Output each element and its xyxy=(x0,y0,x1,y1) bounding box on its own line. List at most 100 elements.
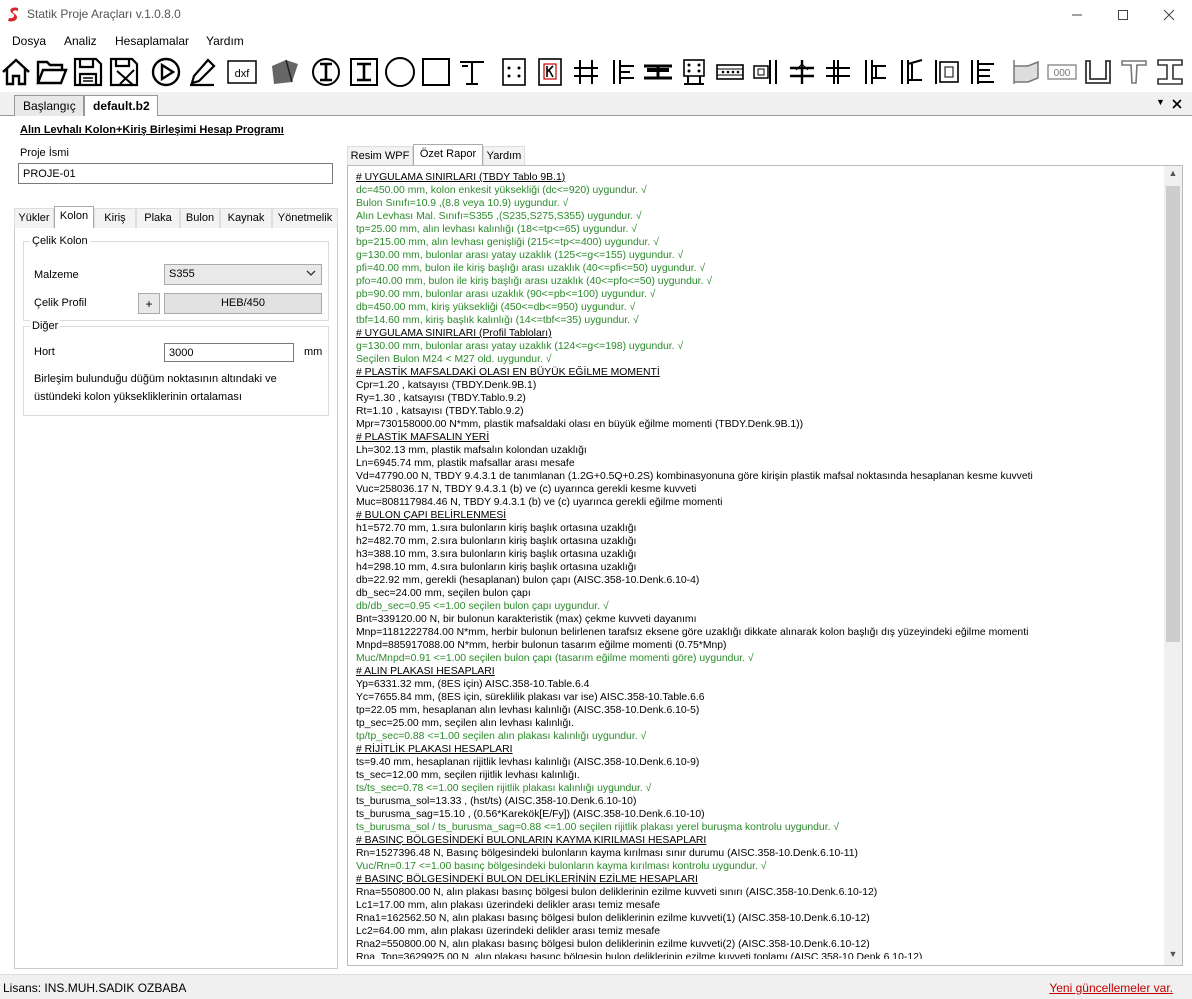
add-profile-button[interactable]: + xyxy=(138,293,160,314)
i-section-square-icon[interactable] xyxy=(348,56,380,88)
edit-icon[interactable] xyxy=(186,56,218,88)
tab-yonetmelik[interactable]: Yönetmelik xyxy=(272,208,338,228)
title-bar: Statik Proje Araçları v.1.0.8.0 xyxy=(0,0,1192,29)
scroll-thumb[interactable] xyxy=(1166,186,1180,642)
web-splice-icon[interactable] xyxy=(750,56,782,88)
report-line: tp=22.05 mm, hesaplanan alın levhası kal… xyxy=(356,705,700,716)
report-line: Yc=7655.84 mm, (8ES için, süreklilik pla… xyxy=(356,692,705,703)
menu-yardim[interactable]: Yardım xyxy=(206,34,244,48)
channel-icon[interactable] xyxy=(1082,56,1114,88)
save-icon[interactable] xyxy=(72,56,104,88)
tab-baslangic[interactable]: Başlangıç xyxy=(14,95,84,116)
menu-analiz[interactable]: Analiz xyxy=(64,34,97,48)
stiffener-icon[interactable] xyxy=(930,56,962,88)
menu-hesaplamalar[interactable]: Hesaplamalar xyxy=(115,34,189,48)
report-line: Rt=1.10 , katsayısı (TBDY.Tablo.9.2) xyxy=(356,406,524,417)
close-tab-icon[interactable] xyxy=(1172,99,1182,109)
plate-bolts-icon[interactable] xyxy=(498,56,530,88)
report-line: Bulon Sınıfı=10.9 ,(8.8 veya 10.9) uygun… xyxy=(356,198,569,209)
report-line: dc=450.00 mm, kolon enkesit yüksekliği (… xyxy=(356,185,647,196)
tee-icon[interactable] xyxy=(1118,56,1150,88)
report-line: pb=90.00 mm, bulonlar arası uzaklık (90<… xyxy=(356,289,656,300)
report-line: Alın Levhası Mal. Sınıfı=S355 ,(S235,S27… xyxy=(356,211,642,222)
shear-tab-icon[interactable] xyxy=(858,56,890,88)
flange-plate-icon[interactable] xyxy=(714,56,746,88)
summary-report-panel: # UYGULAMA SINIRLARI (TBDY Tablo 9B.1) dc… xyxy=(347,165,1183,966)
tab-yukler[interactable]: Yükler xyxy=(14,208,54,228)
scroll-up-icon[interactable]: ▲ xyxy=(1164,168,1182,182)
bolt-group-icon[interactable]: 000 xyxy=(1046,56,1078,88)
material-select-value: S355 xyxy=(169,268,195,280)
material-select[interactable]: S355 xyxy=(164,264,322,285)
report-line: Vuc=258036.17 N, TBDY 9.4.3.1 (b) ve (c)… xyxy=(356,484,697,495)
bracket-icon[interactable] xyxy=(1010,56,1042,88)
report-line: ts_burusma_sag=15.10 , (0.56*Karekök[E/F… xyxy=(356,809,705,820)
base-plate-icon[interactable] xyxy=(678,56,710,88)
end-plate-icon[interactable] xyxy=(606,56,638,88)
open-folder-icon[interactable] xyxy=(36,56,68,88)
steel-profile-button[interactable]: HEB/450 xyxy=(164,293,322,314)
tab-kolon[interactable]: Kolon xyxy=(54,206,94,229)
hort-note-line1: Birleşim bulunduğu düğüm noktasının altı… xyxy=(34,373,277,385)
report-line: ts_burusma_sol=13.33 , (hst/ts) (AISC.35… xyxy=(356,796,637,807)
minimize-icon[interactable] xyxy=(1054,0,1100,29)
scroll-down-icon[interactable]: ▼ xyxy=(1164,949,1182,963)
maximize-icon[interactable] xyxy=(1100,0,1146,29)
project-name-input[interactable] xyxy=(18,163,333,184)
i-beam-icon[interactable] xyxy=(1154,56,1186,88)
tab-kaynak[interactable]: Kaynak xyxy=(220,208,272,228)
report-line: tp=25.00 mm, alın levhası kalınlığı (18<… xyxy=(356,224,637,235)
report-line: db_sec=24.00 mm, seçilen bulon çapı xyxy=(356,588,531,599)
report-heading: # UYGULAMA SINIRLARI (Profil Tabloları) xyxy=(356,328,552,339)
report-line: tbf=14.60 mm, kiriş başlık kalınlığı (14… xyxy=(356,315,639,326)
tab-default-b2[interactable]: default.b2 xyxy=(84,95,158,117)
section-3d-icon[interactable] xyxy=(268,56,300,88)
save-as-icon[interactable] xyxy=(108,56,140,88)
tab-list-chevron-icon[interactable]: ▼ xyxy=(1156,97,1165,107)
report-line: tp/tp_sec=0.88 <=1.00 seçilen alın plaka… xyxy=(356,731,647,742)
hort-note-line2: üstündeki kolon yüksekliklerinin ortalam… xyxy=(34,391,242,403)
report-line: db/db_sec=0.95 <=1.00 seçilen bulon çapı… xyxy=(356,601,609,612)
report-line: Muc/Mnpd=0.91 <=1.00 seçilen bulon çapı … xyxy=(356,653,754,664)
report-line: db=450.00 mm, kiriş yüksekliği (450<=db<… xyxy=(356,302,636,313)
run-icon[interactable] xyxy=(150,56,182,88)
report-line: Cpr=1.20 , katsayısı (TBDY.Denk.9B.1) xyxy=(356,380,537,391)
close-icon[interactable] xyxy=(1146,0,1192,29)
circle-section-icon[interactable] xyxy=(384,56,416,88)
tab-ozet-rapor[interactable]: Özet Rapor xyxy=(413,144,483,167)
k-plate-icon[interactable] xyxy=(534,56,566,88)
form-title: Alın Levhalı Kolon+Kiriş Birleşimi Hesap… xyxy=(20,124,284,136)
report-line: Mpr=730158000.00 N*mm, plastik mafsaldak… xyxy=(356,419,804,430)
home-icon[interactable] xyxy=(0,56,32,88)
dxf-icon[interactable]: dxf xyxy=(226,56,258,88)
tab-bulon[interactable]: Bulon xyxy=(180,208,220,228)
report-line: Muc=808117984.46 N, TBDY 9.4.3.1 (b) ve … xyxy=(356,497,723,508)
column-splice-icon[interactable] xyxy=(822,56,854,88)
tab-plaka[interactable]: Plaka xyxy=(136,208,180,228)
menu-bar: Dosya Analiz Hesaplamalar Yardım xyxy=(0,29,1192,52)
report-scrollbar[interactable]: ▲ ▼ xyxy=(1164,166,1182,965)
double-angle-icon[interactable] xyxy=(894,56,926,88)
tab-kiris[interactable]: Kiriş xyxy=(94,208,136,228)
report-line: ts_burusma_sol / ts_burusma_sag=0.88 <=1… xyxy=(356,822,840,833)
update-link[interactable]: Yeni güncellemeler var. xyxy=(1049,981,1173,995)
beam-seat-icon[interactable] xyxy=(456,56,488,88)
report-line: Vd=47790.00 N, TBDY 9.4.3.1 de tanımlana… xyxy=(356,471,1033,482)
menu-dosya[interactable]: Dosya xyxy=(12,34,46,48)
gusset-icon[interactable] xyxy=(966,56,998,88)
tab-resim-wpf[interactable]: Resim WPF xyxy=(347,146,413,166)
report-line: Rna_Top=3629925.00 N, alın plakası basın… xyxy=(356,952,923,959)
box-section-icon[interactable] xyxy=(420,56,452,88)
column-base-icon[interactable] xyxy=(570,56,602,88)
other-group: Diğer Hort mm Birleşim bulunduğu düğüm n… xyxy=(23,320,329,416)
tab-yardim[interactable]: Yardım xyxy=(483,146,525,166)
moment-connection-icon[interactable] xyxy=(786,56,818,88)
report-line: Bnt=339120.00 N, bir bulonun karakterist… xyxy=(356,614,697,625)
hort-input[interactable] xyxy=(164,343,294,362)
report-line: pfo=40.00 mm, bulon ile kiriş başlığı ar… xyxy=(356,276,713,287)
report-line: ts/ts_sec=0.78 <=1.00 seçilen rijitlik p… xyxy=(356,783,652,794)
report-line: h3=388.10 mm, 3.sıra bulonların kiriş ba… xyxy=(356,549,637,560)
main-content: Alın Levhalı Kolon+Kiriş Birleşimi Hesap… xyxy=(0,116,1192,974)
beam-splice-icon[interactable] xyxy=(642,56,674,88)
i-section-circle-icon[interactable] xyxy=(310,56,342,88)
